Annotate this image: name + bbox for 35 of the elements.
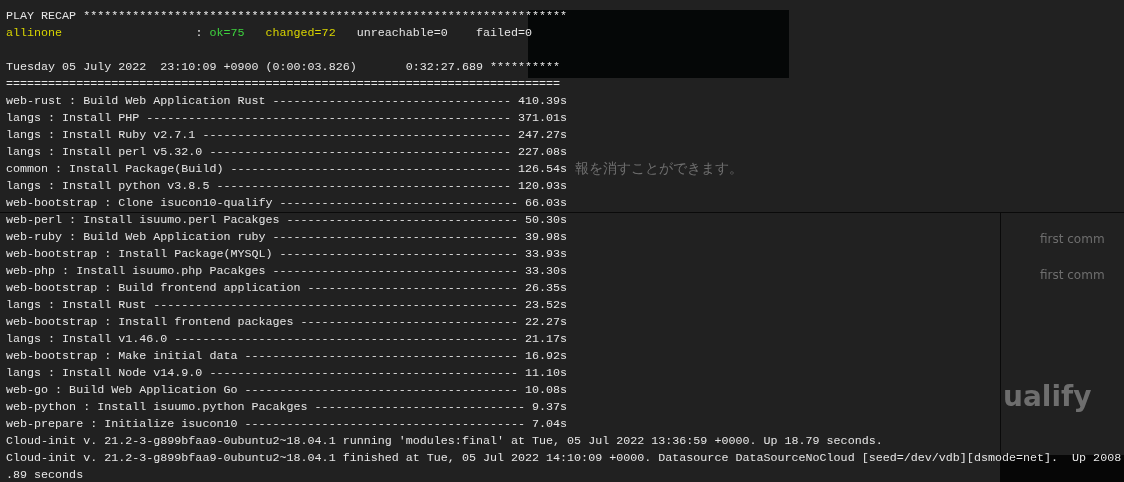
terminal-line: web-rust : Build Web Application Rust ---------------------------------- 410.39s <box>6 94 568 108</box>
terminal-line: web-bootstrap : Make initial data --------------------------------------- 16.92s <box>6 349 568 363</box>
terminal-line: Cloud-init v. 21.2-3-g899bfaa9-0ubuntu2~18.04.1 finished at Tue, 05 Jul 2022 14:10:09 +0000. Datasource DataSourceNoCloud [seed=/dev/vdb][dsmode=net]. Up 2008 <box>6 451 1122 465</box>
terminal-line: web-php : Install isuumo.php Pacakges ----------------------------------- 33.30s <box>6 264 568 278</box>
terminal-line: langs : Install PHP ---------------------------------------------------- 371.01s <box>6 111 568 125</box>
terminal-line: .89 seconds <box>6 468 84 482</box>
terminal-line: web-go : Build Web Application Go --------------------------------------- 10.08s <box>6 383 568 397</box>
terminal-line: common : Install Package(Build) ---------------------------------------- 126.54s <box>6 162 568 176</box>
terminal-line: langs : Install Ruby v2.7.1 -------------------------------------------- 247.27s <box>6 128 568 142</box>
terminal-line: web-prepare : Initialize isucon10 ---------------------------------------- 7.04s <box>6 417 568 431</box>
background-list-item: first comm <box>1040 232 1105 246</box>
terminal-line: web-bootstrap : Install frontend packages ------------------------------- 22.27s <box>6 315 568 329</box>
terminal-line: langs : Install Rust ---------------------------------------------------- 23.52s <box>6 298 568 312</box>
background-caption: 報を消すことができます。 <box>575 160 743 178</box>
terminal-line: web-bootstrap : Install Package(MYSQL) ---------------------------------- 33.93s <box>6 247 568 261</box>
terminal-text: unreachable=0 failed=0 <box>356 26 533 40</box>
terminal-text: changed=72 <box>265 26 337 40</box>
terminal-line: =============================================================================== <box>6 77 561 91</box>
terminal-line: langs : Install python v3.8.5 ------------------------------------------ 120.93s <box>6 179 568 193</box>
terminal-line: Tuesday 05 July 2022 23:10:09 +0900 (0:00:03.826) 0:32:27.689 ********** <box>6 60 561 74</box>
terminal-line: Cloud-init v. 21.2-3-g899bfaa9-0ubuntu2~18.04.1 running 'modules:final' at Tue, 05 Jul 2022 13:36:59 +0000. Up 18.79 seconds. <box>6 434 883 448</box>
background-list-item: first comm <box>1040 268 1105 282</box>
terminal-line: web-perl : Install isuumo.perl Pacakges --------------------------------- 50.30s <box>6 213 568 227</box>
terminal-line: PLAY RECAP ********************************************************************* <box>6 9 568 23</box>
terminal-text: allinone <box>6 26 64 40</box>
background-heading: ualify <box>1003 380 1092 413</box>
terminal-text: ok=75 <box>209 26 246 40</box>
terminal-line: web-bootstrap : Build frontend application ------------------------------ 26.35s <box>6 281 568 295</box>
terminal-line: web-bootstrap : Clone isucon10-qualify ---------------------------------- 66.03s <box>6 196 568 210</box>
terminal-line: web-ruby : Build Web Application ruby ----------------------------------- 39.98s <box>6 230 568 244</box>
terminal-line: langs : Install perl v5.32.0 ------------------------------------------- 227.08s <box>6 145 568 159</box>
terminal-text: : <box>195 26 204 40</box>
terminal-line: langs : Install Node v14.9.0 -------------------------------------------- 11.10s <box>6 366 568 380</box>
terminal-line: web-python : Install isuumo.python Pacakges ------------------------------ 9.37s <box>6 400 568 414</box>
terminal-line: langs : Install v1.46.0 ------------------------------------------------- 21.17s <box>6 332 568 346</box>
